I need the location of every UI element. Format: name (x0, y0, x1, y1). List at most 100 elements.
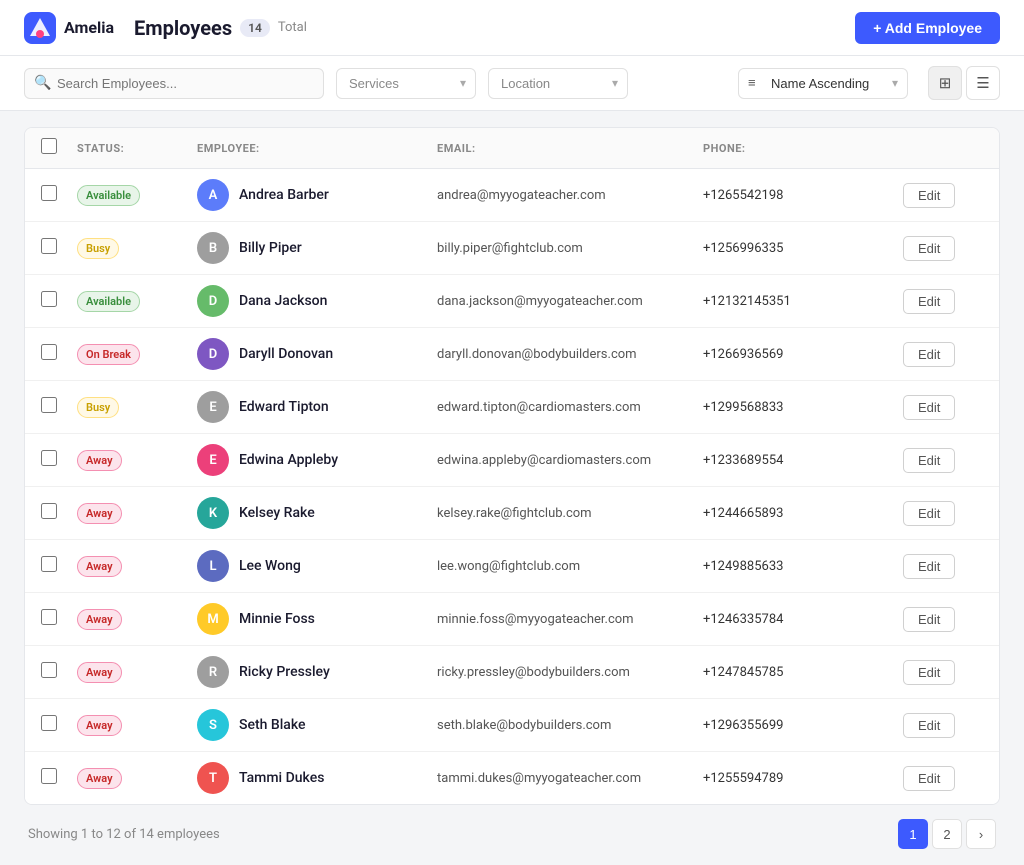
employee-phone: +12132145351 (703, 294, 903, 309)
employee-phone: +1244665893 (703, 506, 903, 521)
add-employee-button[interactable]: + Add Employee (855, 12, 1000, 44)
status-badge: Away (77, 768, 122, 789)
sort-wrap: ≡ Name Ascending (738, 68, 908, 99)
page-title: Employees (134, 16, 232, 40)
edit-button-9[interactable]: Edit (903, 660, 955, 685)
status-badge: Away (77, 609, 122, 630)
row-checkbox-10[interactable] (41, 715, 57, 731)
employee-name: Billy Piper (239, 240, 302, 256)
edit-button-11[interactable]: Edit (903, 766, 955, 791)
search-wrap: 🔍 (24, 68, 324, 99)
search-input[interactable] (24, 68, 324, 99)
avatar: L (197, 550, 229, 582)
employee-phone: +1296355699 (703, 718, 903, 733)
table-row: Away T Tammi Dukes tammi.dukes@myyogatea… (25, 752, 999, 804)
employee-phone: +1266936569 (703, 347, 903, 362)
avatar: B (197, 232, 229, 264)
employee-cell: M Minnie Foss (197, 603, 437, 635)
edit-button-4[interactable]: Edit (903, 395, 955, 420)
employee-phone: +1249885633 (703, 559, 903, 574)
status-badge: Away (77, 503, 122, 524)
table-footer: Showing 1 to 12 of 14 employees 12› (24, 805, 1000, 849)
employee-email: tammi.dukes@myyogateacher.com (437, 771, 703, 786)
employee-email: billy.piper@fightclub.com (437, 241, 703, 256)
employee-cell: T Tammi Dukes (197, 762, 437, 794)
employee-cell: S Seth Blake (197, 709, 437, 741)
status-badge: Away (77, 662, 122, 683)
employee-email: seth.blake@bodybuilders.com (437, 718, 703, 733)
row-checkbox-5[interactable] (41, 450, 57, 466)
app-name: Amelia (64, 18, 114, 37)
logo-icon (24, 12, 56, 44)
employee-email: kelsey.rake@fightclub.com (437, 506, 703, 521)
col-status: STATUS: (77, 142, 197, 155)
row-checkbox-4[interactable] (41, 397, 57, 413)
avatar: S (197, 709, 229, 741)
select-all-checkbox[interactable] (41, 138, 57, 154)
employee-name: Dana Jackson (239, 293, 327, 309)
showing-text: Showing 1 to 12 of 14 employees (28, 827, 220, 842)
avatar: D (197, 285, 229, 317)
edit-button-6[interactable]: Edit (903, 501, 955, 526)
employee-name: Edward Tipton (239, 399, 329, 415)
employee-name: Seth Blake (239, 717, 306, 733)
employee-name: Ricky Pressley (239, 664, 330, 680)
avatar: D (197, 338, 229, 370)
view-toggle: ⊞ ☰ (928, 66, 1000, 100)
next-page-button[interactable]: › (966, 819, 996, 849)
table-row: Away K Kelsey Rake kelsey.rake@fightclub… (25, 487, 999, 540)
edit-button-5[interactable]: Edit (903, 448, 955, 473)
row-checkbox-6[interactable] (41, 503, 57, 519)
table-header: STATUS: EMPLOYEE: EMAIL: PHONE: (25, 128, 999, 169)
edit-button-8[interactable]: Edit (903, 607, 955, 632)
avatar: E (197, 444, 229, 476)
edit-button-7[interactable]: Edit (903, 554, 955, 579)
status-badge: Busy (77, 397, 119, 418)
row-checkbox-2[interactable] (41, 291, 57, 307)
row-checkbox-8[interactable] (41, 609, 57, 625)
edit-button-10[interactable]: Edit (903, 713, 955, 738)
avatar: T (197, 762, 229, 794)
employee-phone: +1255594789 (703, 771, 903, 786)
list-view-button[interactable]: ☰ (966, 66, 1000, 100)
employee-cell: E Edward Tipton (197, 391, 437, 423)
employee-name: Lee Wong (239, 558, 301, 574)
edit-button-3[interactable]: Edit (903, 342, 955, 367)
employee-cell: E Edwina Appleby (197, 444, 437, 476)
edit-button-1[interactable]: Edit (903, 236, 955, 261)
row-checkbox-9[interactable] (41, 662, 57, 678)
top-bar: Amelia Employees 14 Total + Add Employee (0, 0, 1024, 56)
employee-cell: R Ricky Pressley (197, 656, 437, 688)
row-checkbox-1[interactable] (41, 238, 57, 254)
edit-button-2[interactable]: Edit (903, 289, 955, 314)
row-checkbox-11[interactable] (41, 768, 57, 784)
employee-cell: A Andrea Barber (197, 179, 437, 211)
employee-phone: +1256996335 (703, 241, 903, 256)
edit-button-0[interactable]: Edit (903, 183, 955, 208)
location-select[interactable]: Location (488, 68, 628, 99)
employee-phone: +1246335784 (703, 612, 903, 627)
employee-phone: +1299568833 (703, 400, 903, 415)
avatar: R (197, 656, 229, 688)
employee-cell: L Lee Wong (197, 550, 437, 582)
services-select[interactable]: Services (336, 68, 476, 99)
row-checkbox-0[interactable] (41, 185, 57, 201)
page-button-1[interactable]: 1 (898, 819, 928, 849)
employee-name: Kelsey Rake (239, 505, 315, 521)
table-row: Away S Seth Blake seth.blake@bodybuilder… (25, 699, 999, 752)
employee-cell: D Dana Jackson (197, 285, 437, 317)
status-badge: Away (77, 556, 122, 577)
row-checkbox-7[interactable] (41, 556, 57, 572)
row-checkbox-3[interactable] (41, 344, 57, 360)
employee-cell: K Kelsey Rake (197, 497, 437, 529)
services-select-wrap: Services (336, 68, 476, 99)
grid-view-button[interactable]: ⊞ (928, 66, 962, 100)
page-button-2[interactable]: 2 (932, 819, 962, 849)
table-row: Away M Minnie Foss minnie.foss@myyogatea… (25, 593, 999, 646)
employee-phone: +1233689554 (703, 453, 903, 468)
sort-select[interactable]: Name Ascending (738, 68, 908, 99)
table-row: Available D Dana Jackson dana.jackson@my… (25, 275, 999, 328)
table-row: Busy E Edward Tipton edward.tipton@cardi… (25, 381, 999, 434)
table-row: Away R Ricky Pressley ricky.pressley@bod… (25, 646, 999, 699)
location-select-wrap: Location (488, 68, 628, 99)
